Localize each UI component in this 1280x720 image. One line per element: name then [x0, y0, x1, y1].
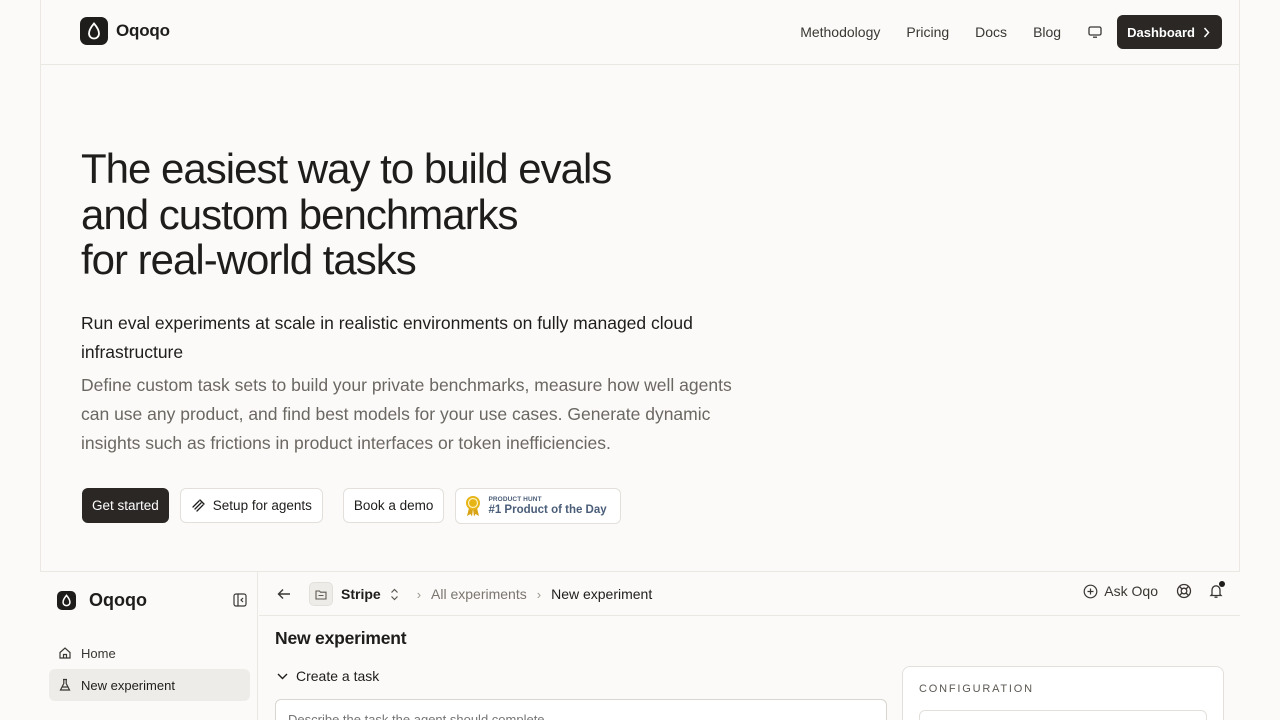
app-sidebar: Oqoqo Home New experiment	[40, 572, 258, 720]
theme-toggle-monitor-icon[interactable]	[1083, 20, 1107, 44]
breadcrumb-separator-icon: ›	[536, 586, 542, 602]
help-lifebuoy-icon[interactable]	[1176, 583, 1192, 599]
home-icon	[59, 647, 71, 659]
hero-title: The easiest way to build evals and custo…	[81, 146, 721, 283]
nav-link-docs[interactable]: Docs	[975, 15, 1007, 49]
book-demo-button[interactable]: Book a demo	[342, 488, 445, 523]
app-preview: Oqoqo Home New experiment Stripe › All e…	[40, 571, 1240, 720]
topbar-actions: Ask Oqo	[1083, 581, 1225, 599]
chevron-down-icon	[277, 673, 288, 679]
chevron-up-down-icon[interactable]	[390, 588, 399, 601]
configuration-label: CONFIGURATION	[919, 683, 1034, 695]
hero-description: Define custom task sets to build your pr…	[81, 375, 732, 453]
ask-oqo-button[interactable]: Ask Oqo	[1083, 583, 1158, 599]
app-brand-name: Oqoqo	[89, 590, 147, 610]
sidebar-item-home[interactable]: Home	[49, 637, 250, 669]
configuration-panel: CONFIGURATION	[902, 666, 1224, 720]
app-topbar: Stripe › All experiments › New experimen…	[259, 572, 1240, 616]
sidebar-collapse-icon[interactable]	[233, 593, 247, 612]
brand-name: Oqoqo	[116, 21, 170, 40]
nav-links: Methodology Pricing Docs Blog Dashboard	[800, 15, 1222, 49]
app-logo-icon	[57, 591, 76, 610]
back-arrow-icon[interactable]	[277, 588, 291, 600]
app-brand[interactable]: Oqoqo	[57, 590, 147, 611]
ask-oqo-label: Ask Oqo	[1104, 583, 1158, 599]
flask-icon	[59, 678, 71, 691]
logo-icon	[80, 17, 108, 45]
get-started-button[interactable]: Get started	[82, 488, 169, 523]
brand-logo-link[interactable]: Oqoqo	[80, 17, 170, 45]
setup-for-agents-label: Setup for agents	[212, 498, 312, 513]
breadcrumb-separator-icon: ›	[416, 586, 422, 602]
dashboard-button[interactable]: Dashboard	[1117, 15, 1222, 49]
sidebar-item-new-experiment-label: New experiment	[81, 677, 175, 693]
notification-dot	[1219, 581, 1225, 587]
nav-link-pricing[interactable]: Pricing	[906, 15, 949, 49]
nav-link-methodology[interactable]: Methodology	[800, 15, 880, 49]
sidebar-item-home-label: Home	[81, 645, 116, 661]
hero-title-line-1: The easiest way to build evals	[81, 145, 612, 192]
ask-plus-icon	[1083, 584, 1098, 598]
breadcrumb: Stripe › All experiments › New experimen…	[277, 582, 652, 606]
breadcrumb-current: New experiment	[551, 586, 653, 602]
create-task-toggle[interactable]: Create a task	[277, 668, 379, 684]
top-nav: Oqoqo Methodology Pricing Docs Blog Dash…	[40, 0, 1240, 65]
hero-title-line-3: for real-world tasks	[81, 236, 417, 283]
nav-link-blog[interactable]: Blog	[1033, 15, 1061, 49]
badge-text: PRODUCT HUNT #1 Product of the Day	[488, 496, 606, 516]
project-selector[interactable]: Stripe	[341, 586, 381, 602]
badge-small-text: PRODUCT HUNT	[488, 496, 542, 503]
cta-row: Get started Setup for agents Book a demo…	[82, 487, 622, 524]
hero-subtitle: Run eval experiments at scale in realist…	[81, 313, 693, 362]
breadcrumb-all-experiments[interactable]: All experiments	[431, 586, 527, 602]
task-description-input[interactable]	[275, 699, 887, 720]
sidebar-item-new-experiment[interactable]: New experiment	[49, 669, 250, 701]
product-hunt-badge[interactable]: PRODUCT HUNT #1 Product of the Day	[455, 488, 622, 524]
notifications-bell-icon[interactable]	[1208, 581, 1225, 599]
folder-icon	[309, 582, 333, 606]
page-title: New experiment	[275, 628, 407, 648]
chevron-right-icon	[1203, 27, 1210, 37]
configuration-field[interactable]	[919, 710, 1207, 720]
hero-title-line-2: and custom benchmarks	[81, 190, 519, 238]
setup-for-agents-button[interactable]: Setup for agents	[179, 488, 323, 523]
dashboard-button-label: Dashboard	[1127, 24, 1195, 40]
create-task-label: Create a task	[296, 668, 380, 684]
badge-big-text: #1 Product of the Day	[488, 504, 607, 516]
agents-icon	[192, 499, 205, 512]
medal-icon	[466, 496, 481, 517]
